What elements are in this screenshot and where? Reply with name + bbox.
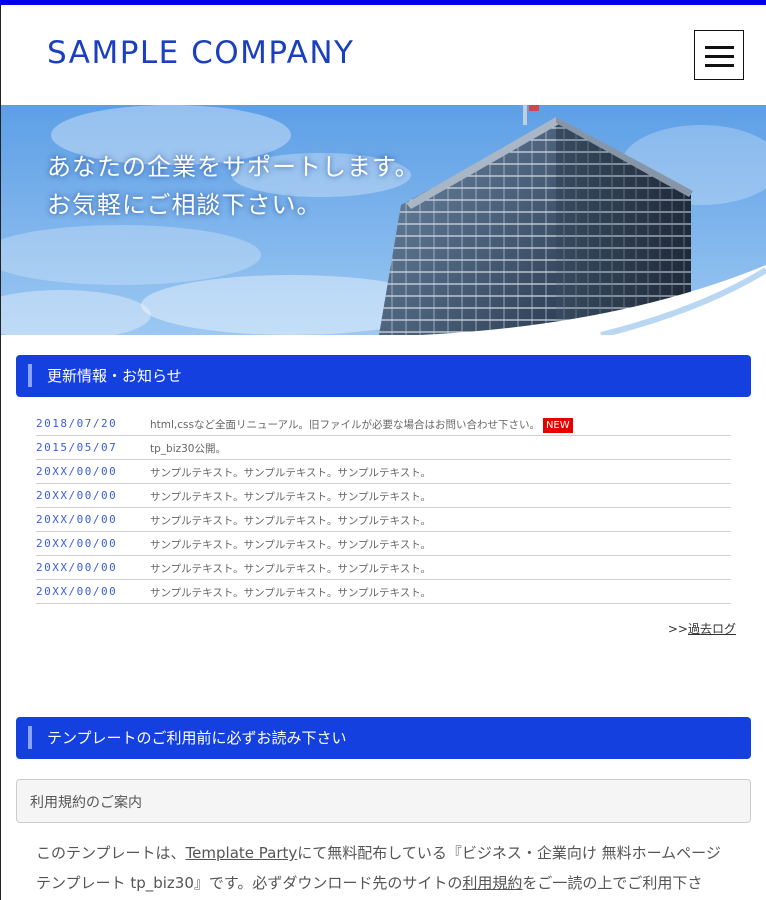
past-log-prefix: >> <box>667 622 688 636</box>
template-heading-bar: テンプレートのご利用前に必ずお読み下さい <box>16 717 751 759</box>
hamburger-menu-icon[interactable] <box>694 30 744 80</box>
news-text: サンプルテキスト。サンプルテキスト。サンプルテキスト。 <box>150 587 431 599</box>
news-date: 20XX/00/00 <box>36 561 118 574</box>
menu-line <box>705 64 734 67</box>
news-item[interactable]: 20XX/00/00 サンプルテキスト。サンプルテキスト。サンプルテキスト。 <box>36 556 731 580</box>
news-item[interactable]: 2015/05/07 tp_biz30公開。 <box>36 436 731 460</box>
news-item[interactable]: 2018/07/20 html,cssなど全面リニューアル。旧ファイルが必要な場… <box>36 412 731 436</box>
news-text: サンプルテキスト。サンプルテキスト。サンプルテキスト。 <box>150 515 431 527</box>
past-log-link[interactable]: 過去ログ <box>688 622 736 636</box>
news-text-body: html,cssなど全面リニューアル。旧ファイルが必要な場合はお問い合わせ下さい… <box>150 419 540 431</box>
news-date: 2015/05/07 <box>36 441 118 454</box>
news-item[interactable]: 20XX/00/00 サンプルテキスト。サンプルテキスト。サンプルテキスト。 <box>36 580 731 604</box>
news-text: サンプルテキスト。サンプルテキスト。サンプルテキスト。 <box>150 491 431 503</box>
news-text: html,cssなど全面リニューアル。旧ファイルが必要な場合はお問い合わせ下さい… <box>150 417 573 433</box>
news-text: サンプルテキスト。サンプルテキスト。サンプルテキスト。 <box>150 563 431 575</box>
news-item[interactable]: 20XX/00/00 サンプルテキスト。サンプルテキスト。サンプルテキスト。 <box>36 484 731 508</box>
news-date: 20XX/00/00 <box>36 513 118 526</box>
news-date: 2018/07/20 <box>36 417 118 430</box>
hero-tagline-1: あなたの企業をサポートします。 <box>47 153 420 181</box>
terms-guide-label: 利用規約のご案内 <box>30 795 142 811</box>
template-party-link[interactable]: Template Party <box>186 844 298 862</box>
news-heading: 更新情報・お知らせ <box>47 367 182 385</box>
menu-line <box>705 55 734 58</box>
terms-link[interactable]: 利用規約 <box>462 874 522 892</box>
news-text: サンプルテキスト。サンプルテキスト。サンプルテキスト。 <box>150 539 431 551</box>
news-text: tp_biz30公開。 <box>150 443 226 455</box>
news-date: 20XX/00/00 <box>36 585 118 598</box>
hero-tagline-2: お気軽にご相談下さい。 <box>47 191 322 219</box>
menu-line <box>705 46 734 49</box>
template-heading: テンプレートのご利用前に必ずお読み下さい <box>47 729 347 747</box>
news-item[interactable]: 20XX/00/00 サンプルテキスト。サンプルテキスト。サンプルテキスト。 <box>36 532 731 556</box>
company-logo[interactable]: SAMPLE COMPANY <box>47 35 354 71</box>
paragraph-text: このテンプレートは、 <box>36 844 186 862</box>
news-item[interactable]: 20XX/00/00 サンプルテキスト。サンプルテキスト。サンプルテキスト。 <box>36 508 731 532</box>
paragraph-text: にて無料配布している『ビジネス・企業向け 無料ホームページ <box>297 844 721 862</box>
building-sky-image <box>1 105 766 335</box>
new-badge: NEW <box>542 418 573 433</box>
news-item[interactable]: 20XX/00/00 サンプルテキスト。サンプルテキスト。サンプルテキスト。 <box>36 460 731 484</box>
news-date: 20XX/00/00 <box>36 537 118 550</box>
hero-banner: あなたの企業をサポートします。 お気軽にご相談下さい。 <box>1 105 766 335</box>
news-date: 20XX/00/00 <box>36 489 118 502</box>
past-log: >>過去ログ <box>668 620 736 637</box>
heading-accent-bar <box>28 726 32 749</box>
news-date: 20XX/00/00 <box>36 465 118 478</box>
paragraph-text: をご一読の上でご利用下さ <box>522 874 703 892</box>
heading-accent-bar <box>28 364 32 387</box>
news-text: サンプルテキスト。サンプルテキスト。サンプルテキスト。 <box>150 467 431 479</box>
template-paragraph-line-2: テンプレート tp_biz30』です。必ずダウンロード先のサイトの利用規約をご一… <box>36 872 736 893</box>
site-header: SAMPLE COMPANY <box>0 5 766 105</box>
terms-guide-box[interactable]: 利用規約のご案内 <box>16 779 751 823</box>
news-heading-bar: 更新情報・お知らせ <box>16 355 751 397</box>
paragraph-text: テンプレート tp_biz30』です。必ずダウンロード先のサイトの <box>36 874 463 892</box>
template-paragraph-line-1: このテンプレートは、Template Partyにて無料配布している『ビジネス・… <box>36 842 736 863</box>
news-list: 2018/07/20 html,cssなど全面リニューアル。旧ファイルが必要な場… <box>36 412 731 604</box>
